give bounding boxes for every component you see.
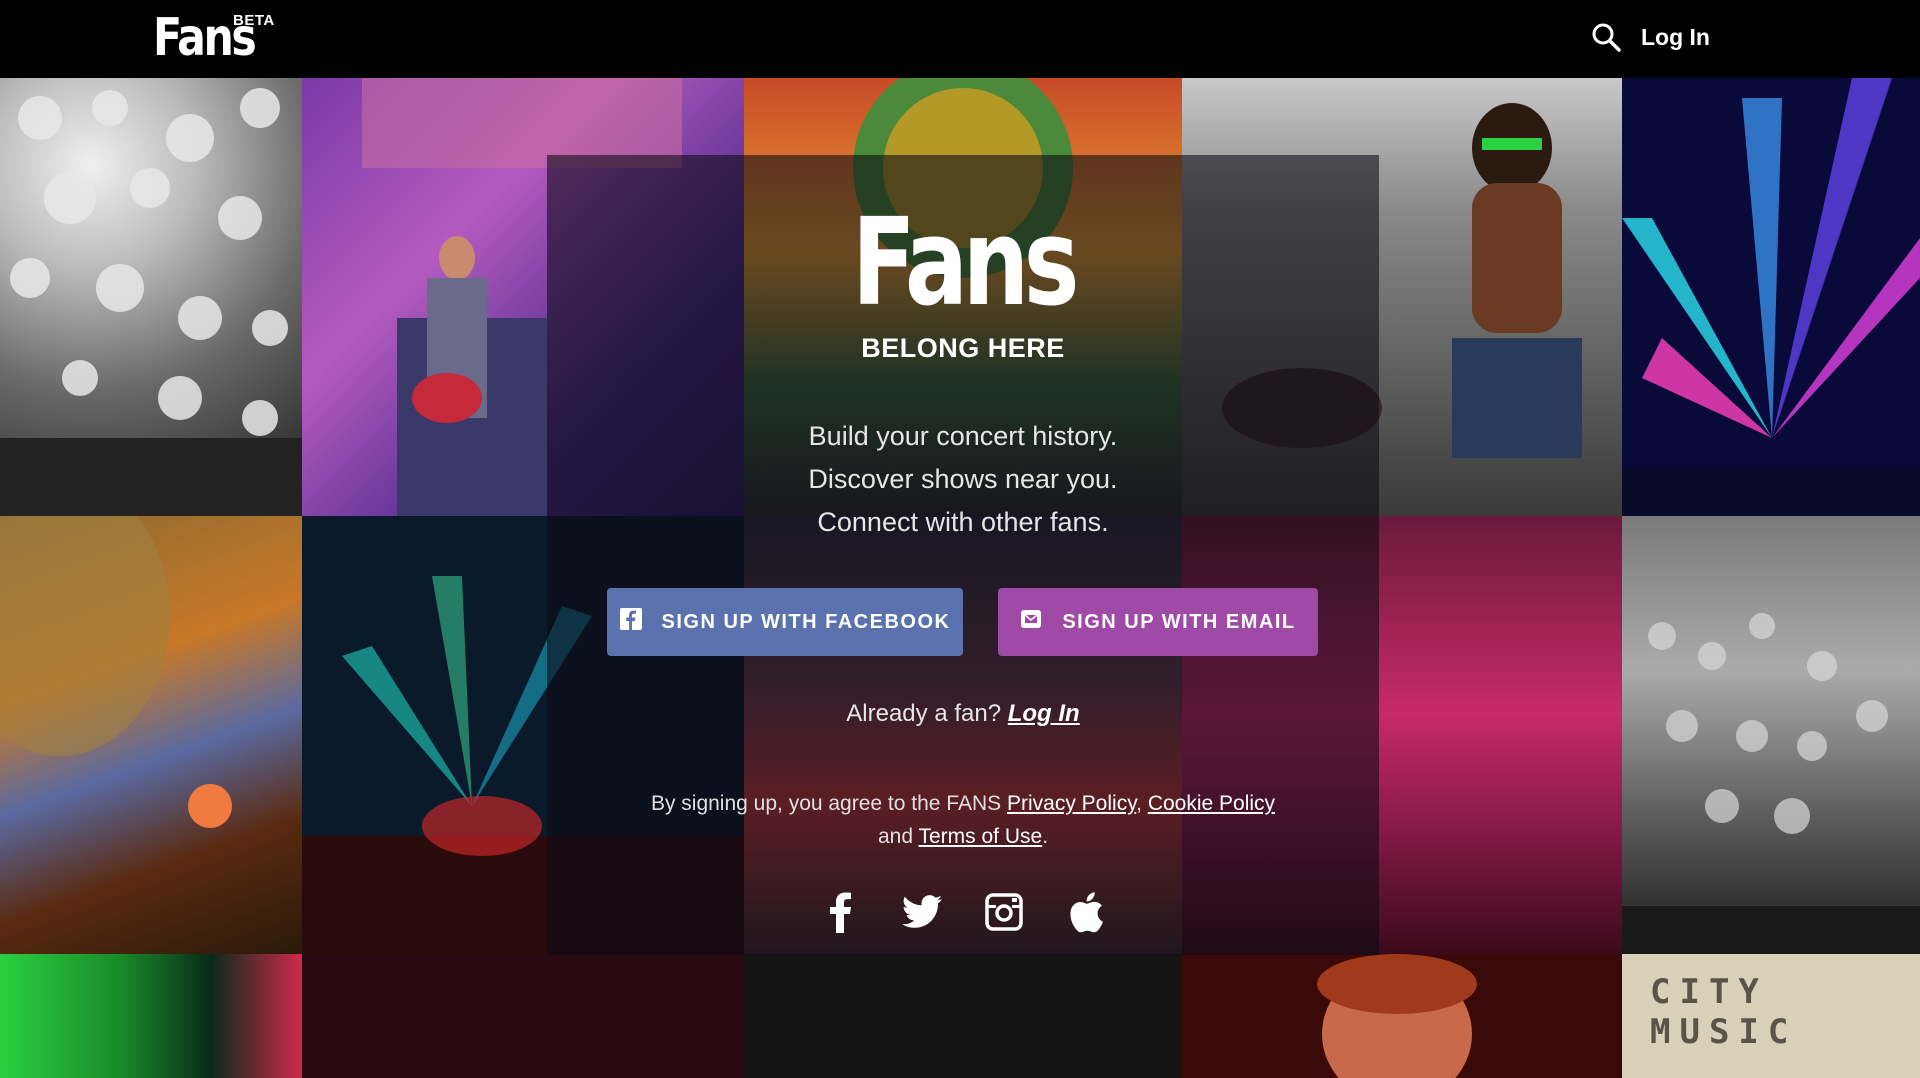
- already-fan-line: Already a fan? Log In: [547, 700, 1379, 728]
- header-login-link[interactable]: Log In: [1641, 22, 1710, 52]
- city-music-sign: CITY MUSIC: [1650, 972, 1798, 1052]
- legal-prefix: By signing up, you agree to the FANS: [650, 792, 1002, 815]
- apple-icon[interactable]: [1064, 890, 1108, 934]
- beta-badge: BETA: [233, 12, 275, 29]
- pitch-line-1: Build your concert history.: [808, 421, 1118, 451]
- privacy-policy-link[interactable]: Privacy Policy: [1007, 792, 1136, 815]
- social-links: [547, 890, 1379, 934]
- legal-and: and: [877, 825, 914, 848]
- hero-tagline: BELONG HERE: [861, 333, 1065, 363]
- top-nav: Fans BETA Log In: [0, 0, 1920, 78]
- photo-confetti: [0, 516, 302, 954]
- pitch-line-2: Discover shows near you.: [808, 464, 1118, 494]
- hero-logo: Fans: [851, 194, 1080, 333]
- email-signup-button[interactable]: SIGN UP WITH EMAIL: [998, 588, 1318, 656]
- signup-panel: Fans BELONG HERE Build your concert hist…: [547, 155, 1379, 955]
- search-icon[interactable]: [1591, 22, 1621, 52]
- cookie-policy-link[interactable]: Cookie Policy: [1148, 792, 1275, 815]
- facebook-signup-button[interactable]: SIGN UP WITH FACEBOOK: [607, 588, 963, 656]
- facebook-icon[interactable]: [818, 890, 862, 934]
- email-button-label: SIGN UP WITH EMAIL: [1062, 610, 1296, 633]
- terms-of-use-link[interactable]: Terms of Use: [918, 825, 1042, 848]
- instagram-icon[interactable]: [982, 890, 1026, 934]
- photo-crowd-bw: [1622, 516, 1920, 954]
- facebook-icon: [619, 608, 662, 636]
- photo-dark-hall: [744, 954, 1182, 1078]
- pitch-line-3: Connect with other fans.: [817, 507, 1109, 537]
- twitter-icon[interactable]: [900, 890, 944, 934]
- photo-dark-ceiling: [302, 954, 744, 1078]
- email-icon: [1020, 608, 1062, 636]
- legal-text: By signing up, you agree to the FANS Pri…: [650, 792, 1276, 848]
- photo-lasers: [1622, 78, 1920, 516]
- photo-balloons: [0, 78, 302, 516]
- facebook-button-label: SIGN UP WITH FACEBOOK: [661, 610, 951, 633]
- already-fan-text: Already a fan?: [846, 700, 1002, 727]
- photo-singer-face: [1182, 954, 1622, 1078]
- photo-green-hair: [0, 954, 302, 1078]
- panel-login-link[interactable]: Log In: [1008, 700, 1080, 727]
